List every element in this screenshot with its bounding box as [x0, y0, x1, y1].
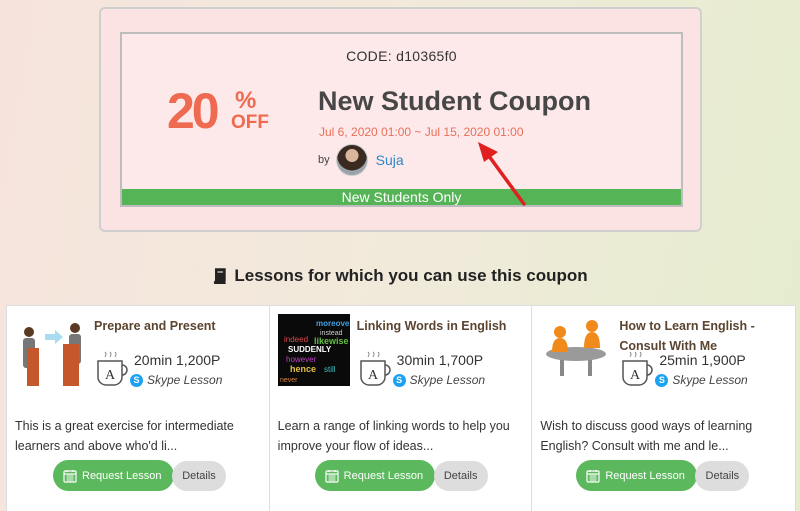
calendar-icon — [63, 469, 77, 483]
book-icon — [214, 268, 227, 284]
svg-text:A: A — [630, 368, 641, 383]
discount-off: OFF — [231, 112, 269, 133]
lesson-card[interactable]: Prepare and Present A 20min 1,200P S Sky… — [7, 306, 270, 511]
lesson-card[interactable]: moreover instead likewise indeed SUDDENL… — [270, 306, 533, 511]
discount-number: 20 — [167, 83, 220, 139]
calendar-icon — [325, 469, 339, 483]
annotation-arrow-icon — [478, 142, 526, 206]
discount-percent: % — [235, 87, 257, 114]
consultation-illustration — [540, 314, 613, 386]
lesson-title-link[interactable]: Prepare and Present — [94, 316, 264, 336]
coupon-teacher: by Suja — [318, 144, 404, 176]
lesson-description: Learn a range of linking words to help y… — [277, 419, 510, 453]
lesson-type-label: Skype Lesson — [147, 373, 223, 387]
coupon-title: New Student Coupon — [318, 86, 591, 116]
coffee-cup-icon: A — [97, 351, 128, 386]
request-lesson-label: Request Lesson — [82, 469, 162, 482]
thumb-word: never — [280, 377, 298, 384]
lesson-card[interactable]: How to Learn English - Consult With Me A… — [532, 306, 795, 511]
details-button[interactable]: Details — [433, 461, 488, 491]
thumb-word: hence — [290, 364, 316, 374]
lesson-duration-price: 20min 1,200P — [134, 352, 221, 368]
details-button[interactable]: Details — [695, 461, 750, 491]
coupon-card: CODE: d10365f0 20 % OFF New Student Coup… — [99, 7, 702, 232]
presentation-illustration — [15, 314, 87, 386]
lesson-type: S Skype Lesson — [130, 373, 222, 387]
coupon-validity-dates: Jul 6, 2020 01:00 ~ Jul 15, 2020 01:00 — [319, 125, 524, 139]
by-label: by — [318, 154, 330, 166]
teacher-avatar[interactable] — [335, 144, 368, 176]
request-lesson-button[interactable]: Request Lesson — [576, 460, 697, 491]
details-button[interactable]: Details — [172, 461, 226, 491]
lesson-type-label: Skype Lesson — [409, 373, 486, 387]
coffee-cup-icon: A — [622, 351, 654, 386]
lesson-title-link[interactable]: Linking Words in English — [357, 316, 527, 336]
word-cloud-image: moreover instead likewise indeed SUDDENL… — [277, 314, 350, 386]
teacher-name-link[interactable]: Suja — [376, 152, 404, 168]
thumb-word: indeed — [284, 335, 308, 344]
request-lesson-label: Request Lesson — [605, 469, 685, 482]
request-lesson-button[interactable]: Request Lesson — [314, 460, 436, 491]
svg-text:A: A — [105, 368, 116, 383]
lesson-description: Wish to discuss good ways of learning En… — [540, 419, 753, 453]
skype-icon: S — [392, 373, 406, 387]
lesson-duration-price: 25min 1,900P — [659, 352, 746, 368]
coupon-code: CODE: d10365f0 — [346, 48, 457, 64]
lesson-duration-price: 30min 1,700P — [396, 352, 484, 368]
discount-badge: 20 % OFF — [167, 83, 269, 139]
request-lesson-label: Request Lesson — [343, 469, 424, 482]
lesson-type: S Skype Lesson — [655, 373, 748, 387]
thumb-word: still — [324, 365, 336, 374]
thumb-word: SUDDENLY — [288, 345, 332, 354]
lesson-type-label: Skype Lesson — [672, 373, 748, 387]
svg-text:A: A — [368, 368, 379, 383]
lesson-title-link[interactable]: How to Learn English - Consult With Me — [619, 316, 789, 356]
thumb-word: moreover — [316, 319, 350, 328]
thumb-word: however — [286, 355, 317, 364]
request-lesson-button[interactable]: Request Lesson — [53, 460, 174, 491]
lesson-type: S Skype Lesson — [392, 373, 486, 387]
lessons-section-heading: Lessons for which you can use this coupo… — [0, 266, 800, 286]
lesson-description: This is a great exercise for intermediat… — [15, 419, 234, 453]
skype-icon: S — [130, 373, 143, 387]
lesson-list: Prepare and Present A 20min 1,200P S Sky… — [6, 305, 796, 511]
calendar-icon — [586, 469, 600, 483]
skype-icon: S — [655, 373, 669, 387]
coffee-cup-icon: A — [359, 351, 391, 386]
eligibility-bar: New Students Only — [122, 189, 681, 205]
section-heading-text: Lessons for which you can use this coupo… — [234, 266, 588, 285]
coupon-ticket: CODE: d10365f0 20 % OFF New Student Coup… — [120, 32, 683, 207]
